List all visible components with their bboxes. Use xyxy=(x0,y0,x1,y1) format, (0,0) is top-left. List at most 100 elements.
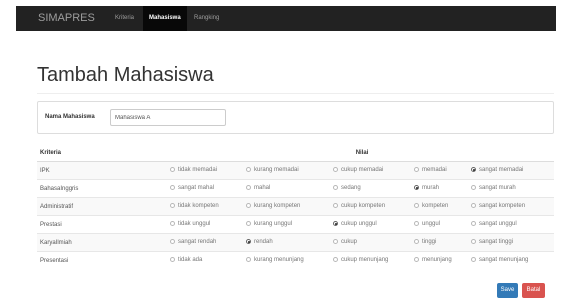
radio-unchecked-icon[interactable] xyxy=(333,239,338,245)
option-cell: mahal xyxy=(243,179,330,198)
radio-option[interactable]: mahal xyxy=(246,185,270,191)
radio-checked-icon[interactable] xyxy=(246,239,251,245)
radio-option[interactable]: kurang unggul xyxy=(246,221,292,227)
radio-option[interactable]: menunjang xyxy=(414,257,452,263)
radio-option[interactable]: unggul xyxy=(414,221,440,227)
criterion-name: Administratif xyxy=(37,197,167,216)
radio-option[interactable]: memadai xyxy=(414,167,447,173)
radio-option[interactable]: sangat rendah xyxy=(170,239,216,245)
radio-label: sangat menunjang xyxy=(479,256,529,263)
radio-label: memadai xyxy=(422,166,447,173)
table-row: BahasaInggris sangat mahal mahal sedang mura… xyxy=(37,179,555,198)
radio-option[interactable]: tidak kompeten xyxy=(170,203,219,209)
radio-option[interactable]: kurang kompeten xyxy=(246,203,300,209)
radio-unchecked-icon[interactable] xyxy=(333,203,338,209)
radio-option[interactable]: sangat menunjang xyxy=(471,257,528,263)
option-cell: tidak ada xyxy=(167,251,243,269)
radio-checked-icon[interactable] xyxy=(471,167,476,173)
radio-option[interactable]: tidak memadai xyxy=(170,167,217,173)
radio-label: unggul xyxy=(422,220,441,227)
radio-checked-icon[interactable] xyxy=(333,221,338,227)
radio-unchecked-icon[interactable] xyxy=(246,203,251,209)
radio-unchecked-icon[interactable] xyxy=(414,167,419,173)
radio-unchecked-icon[interactable] xyxy=(471,185,476,191)
radio-unchecked-icon[interactable] xyxy=(246,167,251,173)
name-input[interactable] xyxy=(110,109,226,126)
radio-option[interactable]: tidak unggul xyxy=(170,221,210,227)
radio-option[interactable]: kompeten xyxy=(414,203,448,209)
criterion-name: Presentasi xyxy=(37,251,167,269)
radio-option[interactable]: tidak ada xyxy=(170,257,202,263)
radio-option[interactable]: sangat kompeten xyxy=(471,203,525,209)
radio-unchecked-icon[interactable] xyxy=(170,203,175,209)
radio-option[interactable]: cukup unggul xyxy=(333,221,377,227)
radio-label: sangat mahal xyxy=(178,184,215,191)
radio-unchecked-icon[interactable] xyxy=(414,203,419,209)
radio-option[interactable]: tinggi xyxy=(414,239,436,245)
page-title: Tambah Mahasiswa xyxy=(37,64,214,86)
criteria-table: Kriteria Nilai IPK tidak memadai kurang me… xyxy=(37,144,555,269)
radio-unchecked-icon[interactable] xyxy=(414,239,419,245)
radio-unchecked-icon[interactable] xyxy=(471,239,476,245)
radio-option[interactable]: kurang memadai xyxy=(246,167,299,173)
nav-kriteria[interactable]: Kriteria xyxy=(109,6,140,31)
radio-label: sedang xyxy=(341,184,361,191)
radio-unchecked-icon[interactable] xyxy=(414,221,419,227)
radio-unchecked-icon[interactable] xyxy=(170,257,175,263)
radio-unchecked-icon[interactable] xyxy=(333,185,338,191)
save-button[interactable]: Save xyxy=(497,283,518,298)
radio-unchecked-icon[interactable] xyxy=(471,203,476,209)
brand[interactable]: SIMAPRES xyxy=(38,12,95,25)
radio-label: mahal xyxy=(254,184,271,191)
option-cell: cukup kompeten xyxy=(330,197,411,216)
radio-unchecked-icon[interactable] xyxy=(246,257,251,263)
radio-unchecked-icon[interactable] xyxy=(471,221,476,227)
cancel-button[interactable]: Batal xyxy=(522,283,545,298)
radio-unchecked-icon[interactable] xyxy=(414,257,419,263)
option-cell: murah xyxy=(411,179,468,198)
radio-label: cukup kompeten xyxy=(341,202,386,209)
name-panel: Nama Mahasiswa xyxy=(37,101,554,134)
radio-unchecked-icon[interactable] xyxy=(333,167,338,173)
criterion-name: KaryaIlmiah xyxy=(37,233,167,252)
radio-label: tidak memadai xyxy=(178,166,218,173)
nav-rangking[interactable]: Rangking xyxy=(188,6,225,31)
option-cell: unggul xyxy=(411,215,468,234)
nav-mahasiswa[interactable]: Mahasiswa xyxy=(143,6,187,31)
radio-label: kurang memadai xyxy=(254,166,299,173)
radio-label: sangat unggul xyxy=(479,220,517,227)
radio-option[interactable]: kurang menunjang xyxy=(246,257,304,263)
radio-unchecked-icon[interactable] xyxy=(170,185,175,191)
radio-option[interactable]: rendah xyxy=(246,239,273,245)
radio-option[interactable]: cukup kompeten xyxy=(333,203,385,209)
radio-unchecked-icon[interactable] xyxy=(471,257,476,263)
option-cell: tidak unggul xyxy=(167,215,243,234)
radio-option[interactable]: sangat unggul xyxy=(471,221,517,227)
radio-option[interactable]: cukup xyxy=(333,239,357,245)
radio-label: tidak ada xyxy=(178,256,203,263)
radio-unchecked-icon[interactable] xyxy=(333,257,338,263)
radio-label: sangat kompeten xyxy=(479,202,526,209)
radio-unchecked-icon[interactable] xyxy=(170,167,175,173)
option-cell: kurang menunjang xyxy=(243,251,330,269)
navbar: SIMAPRES Kriteria Mahasiswa Rangking xyxy=(16,6,556,31)
radio-label: kurang menunjang xyxy=(254,256,304,263)
radio-option[interactable]: sangat murah xyxy=(471,185,516,191)
radio-option[interactable]: sangat mahal xyxy=(170,185,214,191)
option-cell: kurang kompeten xyxy=(243,197,330,216)
option-cell: rendah xyxy=(243,233,330,252)
radio-option[interactable]: sangat tinggi xyxy=(471,239,513,245)
title-divider xyxy=(37,93,554,94)
radio-unchecked-icon[interactable] xyxy=(170,239,175,245)
radio-option[interactable]: sedang xyxy=(333,185,361,191)
radio-option[interactable]: cukup menunjang xyxy=(333,257,388,263)
radio-label: tinggi xyxy=(422,238,437,245)
radio-checked-icon[interactable] xyxy=(414,185,419,191)
radio-unchecked-icon[interactable] xyxy=(246,221,251,227)
radio-unchecked-icon[interactable] xyxy=(246,185,251,191)
radio-option[interactable]: cukup memadai xyxy=(333,167,383,173)
radio-option[interactable]: sangat memadai xyxy=(471,167,523,173)
option-cell: tidak memadai xyxy=(167,161,243,180)
radio-option[interactable]: murah xyxy=(414,185,439,191)
radio-unchecked-icon[interactable] xyxy=(170,221,175,227)
